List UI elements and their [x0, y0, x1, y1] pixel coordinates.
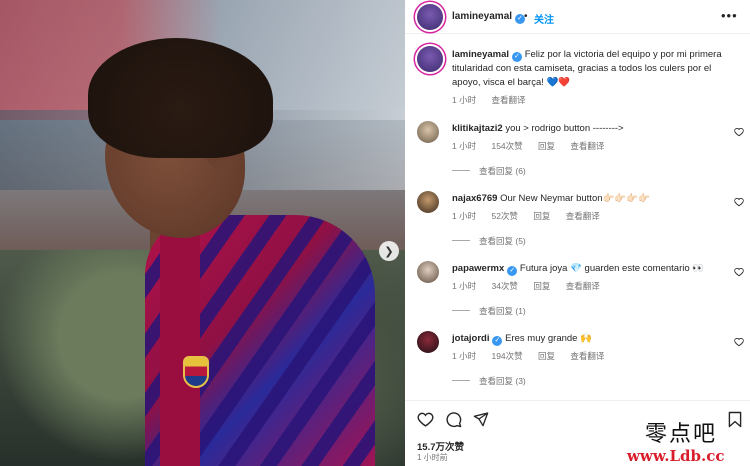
- player-hair: [88, 38, 273, 158]
- comment: klitikajtazi2 you > rodrigo button -----…: [452, 122, 727, 136]
- comment-avatar[interactable]: [417, 121, 439, 143]
- comment-meta: 1 小时 34次赞 回复 查看翻译: [452, 280, 613, 292]
- view-replies-button[interactable]: 查看回复 (3): [452, 375, 526, 387]
- separator-dot: •: [524, 11, 528, 22]
- view-replies-button[interactable]: 查看回复 (5): [452, 235, 526, 247]
- caption-username[interactable]: lamineyamal ✓: [452, 49, 523, 62]
- translate-button[interactable]: 查看翻译: [566, 211, 600, 221]
- heart-icon[interactable]: [734, 197, 744, 207]
- heart-icon[interactable]: [734, 127, 744, 137]
- heart-icon[interactable]: [734, 267, 744, 277]
- comment-likes[interactable]: 52次赞: [491, 211, 517, 221]
- comment-username[interactable]: papawermx ✓: [452, 263, 518, 276]
- replies-line: [452, 240, 470, 241]
- follow-button[interactable]: 关注: [534, 11, 554, 26]
- verified-badge-icon: ✓: [507, 266, 518, 276]
- comment-username[interactable]: jotajordi ✓: [452, 333, 503, 346]
- likes-count[interactable]: 15.7万次赞: [417, 439, 464, 453]
- reply-button[interactable]: 回复: [538, 141, 555, 151]
- bookmark-icon[interactable]: [728, 411, 742, 428]
- comment-likes[interactable]: 194次赞: [491, 351, 522, 361]
- reply-button[interactable]: 回复: [533, 281, 550, 291]
- comment-avatar[interactable]: [417, 331, 439, 353]
- chevron-right-icon: ❯: [384, 245, 394, 258]
- watermark-text: 零点吧: [645, 422, 718, 447]
- translate-button[interactable]: 查看翻译: [570, 141, 604, 151]
- comment: papawermx ✓ Futura joya 💎 guarden este co…: [452, 262, 727, 276]
- post-time: 1 小时前: [417, 453, 448, 462]
- comment-avatar[interactable]: [417, 261, 439, 283]
- like-heart-icon[interactable]: [417, 411, 434, 428]
- watermark-url: www.Ldb.cc: [627, 447, 725, 465]
- replies-line: [452, 170, 470, 171]
- author-avatar[interactable]: [417, 4, 443, 30]
- caption-time: 1 小时: [452, 95, 477, 105]
- verified-badge-icon: ✓: [512, 52, 523, 62]
- club-crest: [183, 356, 209, 388]
- replies-line: [452, 380, 470, 381]
- post-header: lamineyamal ✓ • 关注 •••: [405, 0, 750, 34]
- view-replies-button[interactable]: 查看回复 (1): [452, 305, 526, 317]
- comment-meta: 1 小时 52次赞 回复 查看翻译: [452, 210, 613, 222]
- comment: jotajordi ✓ Eres muy grande 🙌: [452, 332, 727, 346]
- caption-avatar[interactable]: [417, 46, 443, 72]
- post-photo[interactable]: ❯: [0, 0, 405, 466]
- translate-button[interactable]: 查看翻译: [570, 351, 604, 361]
- comment-likes[interactable]: 154次赞: [491, 141, 522, 151]
- caption: lamineyamal ✓ Feliz por la victoria del e…: [452, 48, 737, 90]
- heart-icon[interactable]: [734, 337, 744, 347]
- comment-avatar[interactable]: [417, 191, 439, 213]
- comment-time: 1 小时: [452, 281, 477, 291]
- comments-panel: lamineyamal ✓ • 关注 ••• lamineyamal ✓ Feliz…: [405, 0, 750, 466]
- comment-text: Eres muy grande 🙌: [505, 333, 592, 344]
- replies-line: [452, 310, 470, 311]
- jersey-zipper: [160, 225, 200, 466]
- comment-time: 1 小时: [452, 351, 477, 361]
- verified-badge-icon: ✓: [492, 336, 503, 346]
- comment-username[interactable]: najax6769: [452, 193, 497, 204]
- view-replies-button[interactable]: 查看回复 (6): [452, 165, 526, 177]
- comment-time: 1 小时: [452, 141, 477, 151]
- reply-button[interactable]: 回复: [538, 351, 555, 361]
- comment-meta: 1 小时 194次赞 回复 查看翻译: [452, 350, 617, 362]
- comment-icon[interactable]: [445, 411, 462, 428]
- caption-meta: 1 小时 查看翻译: [452, 94, 538, 106]
- comment-text: you > rodrigo button -------->: [505, 123, 624, 134]
- comment-username[interactable]: klitikajtazi2: [452, 123, 503, 134]
- comment-likes[interactable]: 34次赞: [491, 281, 517, 291]
- comment-text: Futura joya 💎 guarden este comentario 👀: [519, 263, 705, 274]
- author-username[interactable]: lamineyamal ✓: [452, 11, 526, 24]
- more-icon[interactable]: •••: [721, 8, 738, 23]
- share-icon[interactable]: [473, 411, 489, 427]
- caption-translate[interactable]: 查看翻译: [491, 95, 525, 105]
- comment-meta: 1 小时 154次赞 回复 查看翻译: [452, 140, 617, 152]
- next-image-button[interactable]: ❯: [379, 241, 399, 261]
- comment-time: 1 小时: [452, 211, 477, 221]
- reply-button[interactable]: 回复: [533, 211, 550, 221]
- comment-text: Our New Neymar button👉🏻👉🏻👉🏻👉🏻: [500, 193, 650, 204]
- translate-button[interactable]: 查看翻译: [566, 281, 600, 291]
- comment: najax6769 Our New Neymar button👉🏻👉🏻👉🏻👉🏻: [452, 192, 727, 206]
